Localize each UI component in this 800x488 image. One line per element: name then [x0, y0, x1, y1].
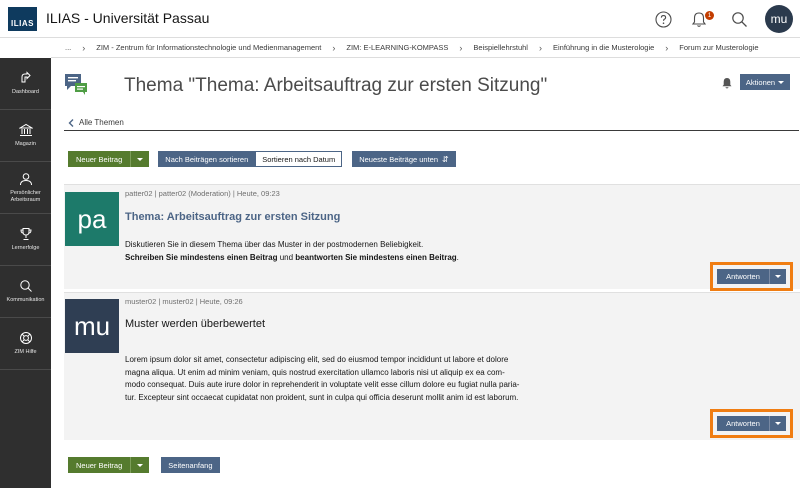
post-subject-link[interactable]: Thema: Arbeitsauftrag zur ersten Sitzung [125, 211, 340, 223]
dashboard-icon [21, 71, 31, 83]
notification-bell-icon[interactable] [721, 77, 733, 89]
trophy-icon [19, 228, 32, 240]
sidebar-item-kommunikation[interactable]: Kommunikation [0, 266, 51, 318]
new-post-split-button[interactable]: Neuer Beitrag [68, 151, 150, 167]
post-body-line: modo consequat. Duis aute irure dolor in… [125, 380, 520, 389]
caret-down-icon[interactable] [769, 269, 786, 284]
sidebar-item-label: Kommunikation [6, 297, 45, 303]
sidebar-item-dashboard[interactable]: Dashboard [0, 58, 51, 110]
newest-posts-bottom-button[interactable]: Neueste Beiträge unten ⇵ [352, 151, 456, 167]
sort-by-date-button[interactable]: Sortieren nach Datum [255, 151, 343, 167]
search-icon[interactable] [728, 8, 750, 30]
new-post-label: Neuer Beitrag [76, 154, 123, 164]
page-title: Thema "Thema: Arbeitsauftrag zur ersten … [124, 75, 548, 96]
main-content: Thema "Thema: Arbeitsauftrag zur ersten … [51, 58, 800, 488]
post-body-line: Lorem ipsum dolor sit amet, consectetur … [125, 355, 509, 364]
back-to-all-topics-link[interactable]: Alle Themen [68, 118, 124, 127]
help-icon[interactable] [652, 8, 674, 30]
breadcrumb-item[interactable]: Beispiellehrstuhl [473, 43, 528, 52]
post-meta: muster02 | muster02 | Heute, 09:26 [125, 297, 243, 306]
actions-dropdown-button[interactable]: Aktionen [740, 74, 790, 90]
reply-label: Antworten [726, 272, 760, 281]
caret-down-icon[interactable] [130, 151, 149, 167]
post-meta: patter02 | patter02 (Moderation) | Heute… [125, 189, 280, 198]
sidebar-item-label: ZIM Hilfe [14, 349, 37, 355]
caret-down-icon[interactable] [130, 457, 149, 473]
post-body-line: Diskutieren Sie in diesem Thema über das… [125, 240, 424, 249]
app-title: ILIAS - Universität Passau [46, 10, 210, 26]
sidebar-item-magazin[interactable]: Magazin [0, 110, 51, 162]
magazine-icon [18, 123, 33, 136]
caret-down-icon [778, 80, 785, 84]
thread-toolbar-bottom: Neuer Beitrag Seitenanfang [68, 457, 220, 473]
post-body: Lorem ipsum dolor sit amet, consectetur … [125, 354, 595, 404]
sort-by-posts-button[interactable]: Nach Beiträgen sortieren [158, 151, 256, 167]
reply-split-button[interactable]: Antworten [717, 269, 786, 284]
top-bar: ILIAS ILIAS - Universität Passau 1 mu [0, 0, 800, 38]
user-avatar[interactable]: mu [765, 5, 793, 33]
sidebar-item-lernerfolge[interactable]: Lernerfolge [0, 214, 51, 266]
sidebar-item-label: Magazin [15, 141, 36, 147]
chat-icon [19, 280, 32, 292]
main-sidebar: Dashboard Magazin Persönlicher Arbeitsra… [0, 58, 51, 488]
ilias-logo[interactable]: ILIAS [8, 7, 37, 31]
chevron-right-icon: › [332, 42, 336, 53]
post-body-line: tur. Excepteur sint occaecat cupidatat n… [125, 392, 519, 402]
forum-post: mu muster02 | muster02 | Heute, 09:26 Mu… [64, 292, 800, 440]
post-author-avatar: mu [65, 299, 119, 353]
divider [64, 130, 799, 131]
chevron-right-icon: › [82, 42, 86, 53]
breadcrumb-item[interactable]: ZIM - Zentrum für Informationstechnologi… [96, 43, 321, 52]
chevron-left-icon [68, 118, 74, 127]
sort-arrows-icon: ⇵ [442, 154, 449, 164]
breadcrumb-item[interactable]: ZIM: E-LEARNING-KOMPASS [346, 43, 448, 52]
post-subject: Muster werden überbewertet [125, 318, 266, 330]
reply-label: Antworten [726, 419, 760, 428]
notification-count-badge: 1 [705, 11, 714, 20]
post-author-avatar: pa [65, 192, 119, 246]
caret-down-icon[interactable] [769, 416, 786, 431]
thread-toolbar: Neuer Beitrag Nach Beiträgen sortieren S… [68, 151, 456, 167]
sidebar-item-persoenlicher-arbeitsraum[interactable]: Persönlicher Arbeitsraum [0, 162, 51, 214]
sidebar-item-label: Persönlicher Arbeitsraum [10, 189, 41, 203]
reply-split-button[interactable]: Antworten [717, 416, 786, 431]
reply-button-highlight: Antworten [710, 409, 793, 438]
forum-thread-icon [65, 74, 87, 95]
page-top-button[interactable]: Seitenanfang [161, 457, 220, 473]
chevron-right-icon: › [459, 42, 463, 53]
post-body-text: und [277, 252, 296, 262]
actions-label: Aktionen [745, 77, 776, 87]
breadcrumb-item[interactable]: Forum zur Musterologie [679, 43, 758, 52]
sidebar-item-zim-hilfe[interactable]: ZIM Hilfe [0, 318, 51, 370]
sort-toggle-group: Nach Beiträgen sortieren Sortieren nach … [158, 151, 343, 167]
post-body-bold: Schreiben Sie mindestens einen Beitrag [125, 252, 278, 262]
chevron-right-icon: › [538, 42, 542, 53]
post-body-text: . [456, 252, 459, 262]
lifebuoy-icon [19, 332, 32, 344]
back-link-label: Alle Themen [79, 118, 124, 127]
sidebar-item-label: Lernerfolge [11, 245, 40, 251]
sidebar-item-label: Dashboard [12, 89, 39, 95]
breadcrumb: ... › ZIM - Zentrum für Informationstech… [51, 38, 800, 58]
forum-post: pa patter02 | patter02 (Moderation) | He… [64, 184, 800, 291]
post-body-line: Schreiben Sie mindestens einen Beitrag u… [125, 252, 595, 265]
reply-button-highlight: Antworten [710, 262, 793, 291]
person-icon [19, 172, 32, 185]
post-body-line: magna aliqua. Ut enim ad minim veniam, q… [125, 367, 505, 377]
new-post-label: Neuer Beitrag [76, 460, 123, 470]
new-post-split-button[interactable]: Neuer Beitrag [68, 457, 150, 473]
chevron-right-icon: › [665, 42, 669, 53]
newest-posts-label: Neueste Beiträge unten [359, 154, 439, 164]
post-body-bold: beantworten Sie mindestens einen Beitrag [295, 252, 457, 262]
post-body: Diskutieren Sie in diesem Thema über das… [125, 239, 595, 264]
breadcrumb-item[interactable]: ... [65, 43, 71, 52]
breadcrumb-item[interactable]: Einführung in die Musterologie [553, 43, 654, 52]
